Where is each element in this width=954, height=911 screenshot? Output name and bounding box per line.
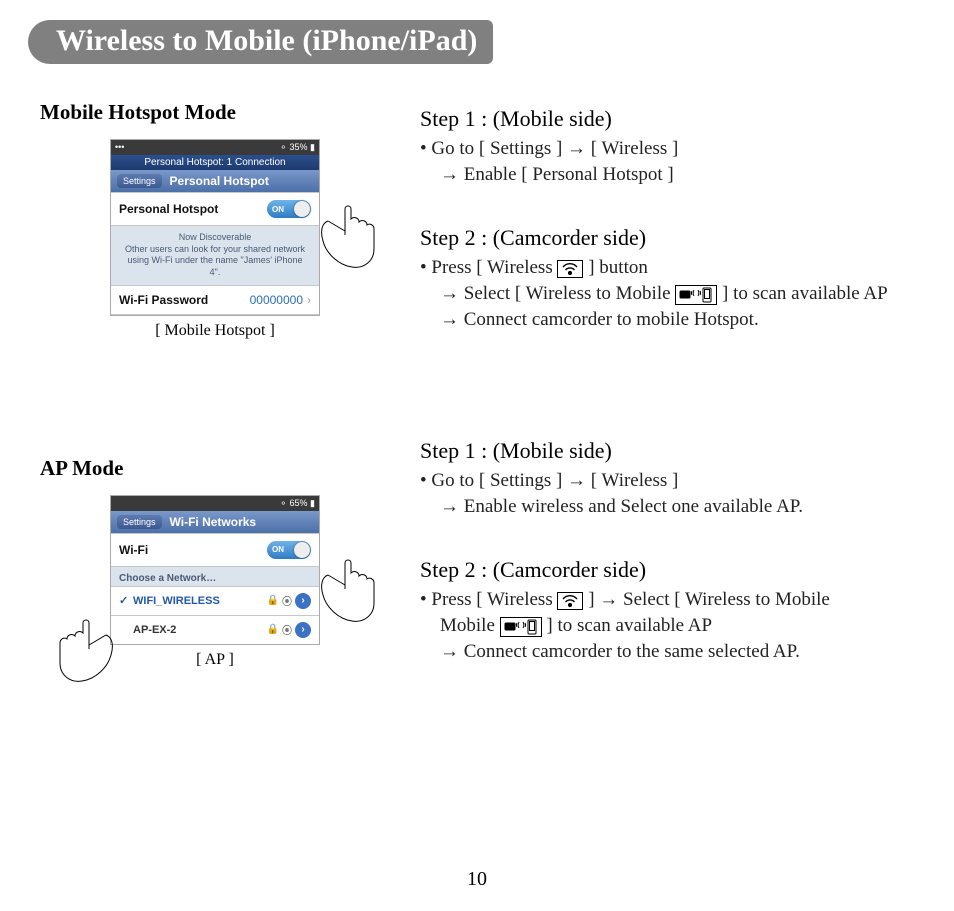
step-line: • Go to [ Settings ] → [ Wireless ]: [420, 138, 678, 159]
ap-step2-title: Step 2 : (Camcorder side): [420, 557, 914, 583]
page-title-bar: Wireless to Mobile (iPhone/iPad): [28, 20, 493, 64]
step-line: • Press [ Wireless ] button: [420, 257, 648, 278]
hotspot-screenshot: ••• ⚬ 35% ▮ Personal Hotspot: 1 Connecti…: [80, 139, 350, 316]
row-wifi-password: Wi-Fi Password 00000000 ›: [111, 285, 319, 315]
network-meta: 🔒 ⦿ ›: [267, 593, 311, 609]
ap-screenshot: ⚬ 65% ▮ Settings Wi-Fi Networks Wi-Fi ON…: [80, 495, 350, 645]
hotspot-step1-title: Step 1 : (Mobile side): [420, 106, 914, 132]
hotspot-caption: [ Mobile Hotspot ]: [40, 322, 390, 340]
nav-title: Wi-Fi Networks: [170, 515, 257, 529]
step-line: • Go to [ Settings ] → [ Wireless ]: [420, 470, 678, 491]
phone-mock-hotspot: ••• ⚬ 35% ▮ Personal Hotspot: 1 Connecti…: [110, 139, 320, 316]
lock-icon: 🔒: [267, 624, 279, 635]
back-button: Settings: [117, 174, 162, 188]
ap-step2-body: • Press [ Wireless ] → Select [ Wireless…: [420, 587, 914, 664]
statusbar: ••• ⚬ 35% ▮: [111, 140, 319, 155]
network-row: AP-EX-2 🔒 ⦿ ›: [111, 615, 319, 644]
network-row-selected: ✓ WIFI_WIRELESS 🔒 ⦿ ›: [111, 586, 319, 615]
step-line: • Press [ Wireless ] → Select [ Wireless…: [420, 589, 830, 610]
check-icon: ✓: [119, 594, 133, 607]
navbar: Settings Wi-Fi Networks: [111, 511, 319, 533]
status-left: •••: [115, 142, 124, 153]
ap-step1-body: • Go to [ Settings ] → [ Wireless ] → En…: [420, 468, 914, 519]
navbar: Settings Personal Hotspot: [111, 170, 319, 192]
hand-pointer-icon: [318, 201, 378, 271]
statusbar: ⚬ 65% ▮: [111, 496, 319, 511]
left-column: Mobile Hotspot Mode ••• ⚬ 35% ▮ Personal…: [40, 94, 410, 702]
hand-pointer-icon: [318, 555, 378, 625]
wifi-password-value: 00000000: [250, 293, 303, 307]
hotspot-step2-body: • Press [ Wireless ] button → Select [ W…: [420, 255, 914, 332]
step-line: → Enable [ Personal Hotspot ]: [420, 162, 914, 188]
info-icon: ›: [295, 593, 311, 609]
step-line: → Connect camcorder to mobile Hotspot.: [420, 307, 914, 333]
wireless-to-mobile-icon: [675, 285, 717, 305]
step-line: → Connect camcorder to the same selected…: [420, 639, 914, 665]
row-label: Wi-Fi Password: [119, 293, 208, 307]
discover-body: Other users can look for your shared net…: [121, 244, 309, 279]
toggle-on: ON: [267, 200, 311, 218]
chevron-right-icon: ›: [307, 293, 311, 307]
ap-step1-title: Step 1 : (Mobile side): [420, 438, 914, 464]
wifi-icon: ⦿: [282, 593, 292, 608]
status-right: ⚬ 35% ▮: [279, 142, 315, 153]
step-line: → Select [ Wireless to Mobile ] to scan …: [420, 281, 914, 307]
network-meta: 🔒 ⦿ ›: [267, 622, 311, 638]
hotspot-step1-body: • Go to [ Settings ] → [ Wireless ] → En…: [420, 136, 914, 187]
hotspot-step2-title: Step 2 : (Camcorder side): [420, 225, 914, 251]
network-name: AP-EX-2: [133, 624, 267, 636]
ap-heading: AP Mode: [40, 456, 390, 481]
nav-title: Personal Hotspot: [170, 174, 269, 188]
wireless-to-mobile-icon: [500, 617, 542, 637]
hand-pointer-icon: [56, 615, 116, 685]
info-icon: ›: [295, 622, 311, 638]
status-right: ⚬ 65% ▮: [279, 498, 315, 509]
hotspot-banner: Personal Hotspot: 1 Connection: [111, 155, 319, 170]
phone-mock-ap: ⚬ 65% ▮ Settings Wi-Fi Networks Wi-Fi ON…: [110, 495, 320, 645]
step-line: Mobile ] to scan available AP: [420, 613, 914, 639]
back-button: Settings: [117, 515, 162, 529]
network-name: WIFI_WIRELESS: [133, 595, 267, 607]
step-line: → Enable wireless and Select one availab…: [420, 494, 914, 520]
ap-caption: [ AP ]: [40, 651, 390, 669]
hotspot-heading: Mobile Hotspot Mode: [40, 100, 390, 125]
choose-network-label: Choose a Network…: [111, 567, 319, 586]
page-title: Wireless to Mobile (iPhone/iPad): [50, 20, 493, 64]
discover-block: Now Discoverable Other users can look fo…: [111, 226, 319, 285]
wireless-icon: [557, 592, 583, 610]
lock-icon: 🔒: [267, 595, 279, 606]
row-label: Personal Hotspot: [119, 202, 218, 216]
wifi-icon: ⦿: [282, 622, 292, 637]
toggle-on: ON: [267, 541, 311, 559]
discover-title: Now Discoverable: [121, 232, 309, 244]
row-personal-hotspot: Personal Hotspot ON: [111, 192, 319, 226]
title-cap: [28, 20, 50, 64]
right-column: Step 1 : (Mobile side) • Go to [ Setting…: [410, 94, 914, 702]
wireless-icon: [557, 260, 583, 278]
row-label: Wi-Fi: [119, 543, 148, 557]
row-wifi: Wi-Fi ON: [111, 533, 319, 567]
content-columns: Mobile Hotspot Mode ••• ⚬ 35% ▮ Personal…: [0, 94, 954, 702]
page-number: 10: [0, 868, 954, 891]
